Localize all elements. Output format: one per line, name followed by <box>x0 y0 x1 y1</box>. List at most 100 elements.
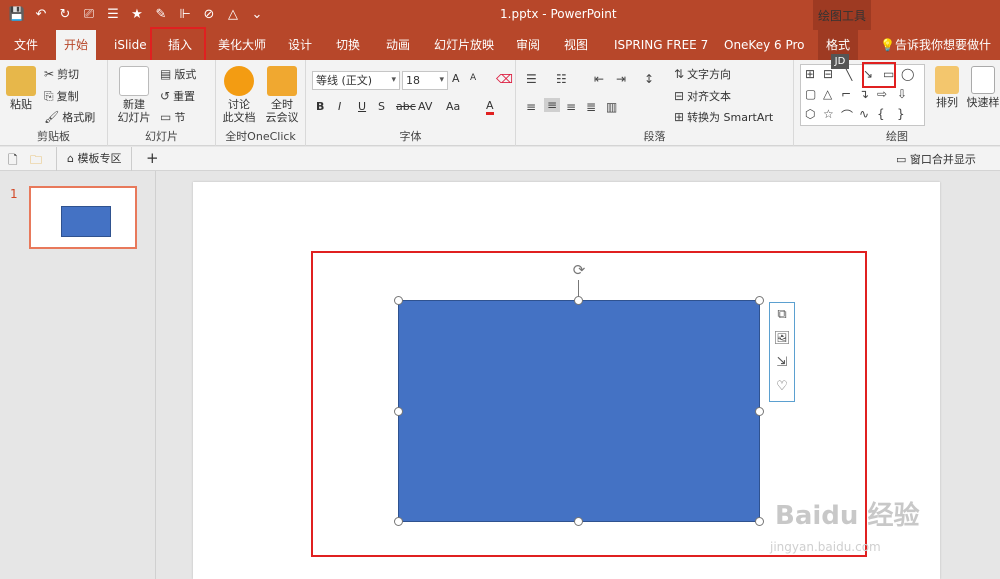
numbering-icon[interactable]: ☷ <box>556 72 567 86</box>
cut-button[interactable]: ✂ 剪切 <box>44 66 79 82</box>
resize-handle-top-right[interactable] <box>755 296 764 305</box>
new-slide-button[interactable]: 新建 幻灯片 <box>112 66 156 124</box>
justify-icon[interactable]: ≣ <box>586 100 596 114</box>
connector-icon[interactable]: ↴ <box>859 87 869 101</box>
line-icon[interactable]: ╲ <box>845 67 852 81</box>
brace-right-icon[interactable]: } <box>897 107 905 121</box>
char-spacing-button[interactable]: AV <box>418 100 432 113</box>
grow-font-button[interactable]: A <box>452 72 460 85</box>
bold-button[interactable]: B <box>316 100 324 113</box>
font-color-button[interactable]: A <box>486 100 494 115</box>
template-zone-tab[interactable]: ⌂ 模板专区 <box>56 147 133 171</box>
picture-icon[interactable]: 🖼 <box>770 327 794 351</box>
tab-onekey[interactable]: OneKey 6 Pro <box>716 30 813 60</box>
new-file-icon[interactable]: 🗋 <box>8 151 18 172</box>
group-clipboard: 粘贴 ✂ 剪切 ⎘ 复制 🖌 格式刷 剪贴板 <box>0 60 108 146</box>
down-arrow-icon[interactable]: ⇩ <box>897 87 907 101</box>
line-spacing-icon[interactable]: ↕ <box>644 72 654 86</box>
smartart-button[interactable]: ⊞ 转换为 SmartArt <box>674 109 773 125</box>
selected-rectangle-shape[interactable] <box>398 300 760 522</box>
undo-icon[interactable]: ↶ <box>32 5 50 23</box>
copy-button[interactable]: ⎘ 复制 <box>44 88 79 104</box>
italic-button[interactable]: I <box>338 100 341 113</box>
tell-me-box[interactable]: 💡告诉我你想要做什么 <box>880 30 1000 82</box>
tab-ispring[interactable]: ISPRING FREE 7 <box>606 30 716 60</box>
text-direction-button[interactable]: ⇅ 文字方向 <box>674 66 731 82</box>
discuss-button[interactable]: 讨论 此文档 <box>220 66 258 124</box>
add-tab-button[interactable]: + <box>146 149 159 167</box>
resize-handle-bottom[interactable] <box>574 517 583 526</box>
shadow-button[interactable]: S <box>378 100 385 113</box>
elbow-icon[interactable]: ⌐ <box>841 87 851 101</box>
tab-view[interactable]: 视图 <box>556 30 596 60</box>
rotate-handle-icon[interactable]: ⟳ <box>570 261 588 279</box>
shrink-font-button[interactable]: A <box>470 73 476 83</box>
resize-handle-bottom-left[interactable] <box>394 517 403 526</box>
strikethrough-button[interactable]: abc <box>396 100 416 113</box>
align-center-icon[interactable]: ≡ <box>544 98 561 112</box>
resize-icon[interactable]: ⇲ <box>770 351 794 375</box>
cancel-icon[interactable]: ⊘ <box>200 5 218 23</box>
resize-handle-bottom-right[interactable] <box>755 517 764 526</box>
tab-review[interactable]: 审阅 <box>508 30 548 60</box>
slide-thumbnail[interactable] <box>29 186 137 249</box>
decrease-indent-icon[interactable]: ⇤ <box>594 72 604 86</box>
resize-handle-top[interactable] <box>574 296 583 305</box>
redo-icon[interactable]: ↻ <box>56 5 74 23</box>
tab-animations[interactable]: 动画 <box>378 30 418 60</box>
align-right-icon[interactable]: ≡ <box>566 100 576 114</box>
section-button[interactable]: ▭ 节 <box>160 109 185 125</box>
layout-options-icon[interactable]: ⧉ <box>770 303 794 327</box>
reset-button[interactable]: ↺ 重置 <box>160 88 195 104</box>
align-icon[interactable]: ⊩ <box>176 5 194 23</box>
present-icon[interactable]: ⎚ <box>80 5 98 23</box>
align-left-icon[interactable]: ≡ <box>526 100 536 114</box>
heart-icon[interactable]: ♡ <box>770 375 794 399</box>
tab-islide[interactable]: iSlide <box>106 30 155 60</box>
wave-icon[interactable]: ∿ <box>859 107 869 121</box>
tab-slideshow[interactable]: 幻灯片放映 <box>426 30 502 60</box>
format-painter-button[interactable]: 🖌 格式刷 <box>44 109 95 125</box>
text-box-vertical-icon[interactable]: ⊟ <box>823 67 833 81</box>
columns-icon[interactable]: ▥ <box>606 100 617 114</box>
tab-meihua[interactable]: 美化大师 <box>210 30 274 60</box>
flowchart-icon[interactable]: ⬡ <box>805 107 815 121</box>
right-arrow-icon[interactable]: ⇨ <box>877 87 887 101</box>
bullets-icon[interactable]: ☰ <box>526 72 537 86</box>
arrange-button[interactable]: 排列 <box>930 66 964 109</box>
customize-icon[interactable]: ⌄ <box>248 5 266 23</box>
resize-handle-top-left[interactable] <box>394 296 403 305</box>
tab-design[interactable]: 设计 <box>280 30 320 60</box>
triangle-shape-icon[interactable]: △ <box>823 87 832 101</box>
window-icon: ▭ <box>896 153 910 166</box>
rounded-rect-icon[interactable]: ▢ <box>805 87 816 101</box>
tab-home[interactable]: 开始 <box>56 30 97 60</box>
tab-file[interactable]: 文件 <box>6 30 46 60</box>
text-box-icon[interactable]: ⊞ <box>805 67 815 81</box>
font-size-select[interactable]: 18 <box>402 71 448 90</box>
list-icon[interactable]: ☰ <box>104 5 122 23</box>
paste-button[interactable]: 粘贴 <box>4 66 38 111</box>
tab-transitions[interactable]: 切换 <box>328 30 368 60</box>
triangle-icon[interactable]: △ <box>224 5 242 23</box>
curve-icon[interactable]: ⌒ <box>841 107 853 124</box>
change-case-button[interactable]: Aa <box>446 100 460 113</box>
folder-icon[interactable]: 🗀 <box>30 151 42 172</box>
oval-icon[interactable]: ◯ <box>901 67 914 81</box>
underline-button[interactable]: U <box>358 100 366 113</box>
resize-handle-right[interactable] <box>755 407 764 416</box>
layout-button[interactable]: ▤ 版式 <box>160 66 196 82</box>
increase-indent-icon[interactable]: ⇥ <box>616 72 626 86</box>
font-name-select[interactable]: 等线 (正文) <box>312 71 400 90</box>
star-icon[interactable]: ★ <box>128 5 146 23</box>
paint-icon[interactable]: ✎ <box>152 5 170 23</box>
star-shape-icon[interactable]: ☆ <box>823 107 834 121</box>
meeting-button[interactable]: 全时 云会议 <box>262 66 302 124</box>
quick-styles-button[interactable]: 快速样 <box>966 66 1000 109</box>
align-text-button[interactable]: ⊟ 对齐文本 <box>674 88 731 104</box>
brace-left-icon[interactable]: { <box>877 107 885 121</box>
clear-format-icon[interactable]: ⌫ <box>496 72 513 86</box>
resize-handle-left[interactable] <box>394 407 403 416</box>
save-icon[interactable]: 💾 <box>8 5 26 23</box>
merge-windows-button[interactable]: ▭ 窗口合并显示 <box>896 151 976 167</box>
